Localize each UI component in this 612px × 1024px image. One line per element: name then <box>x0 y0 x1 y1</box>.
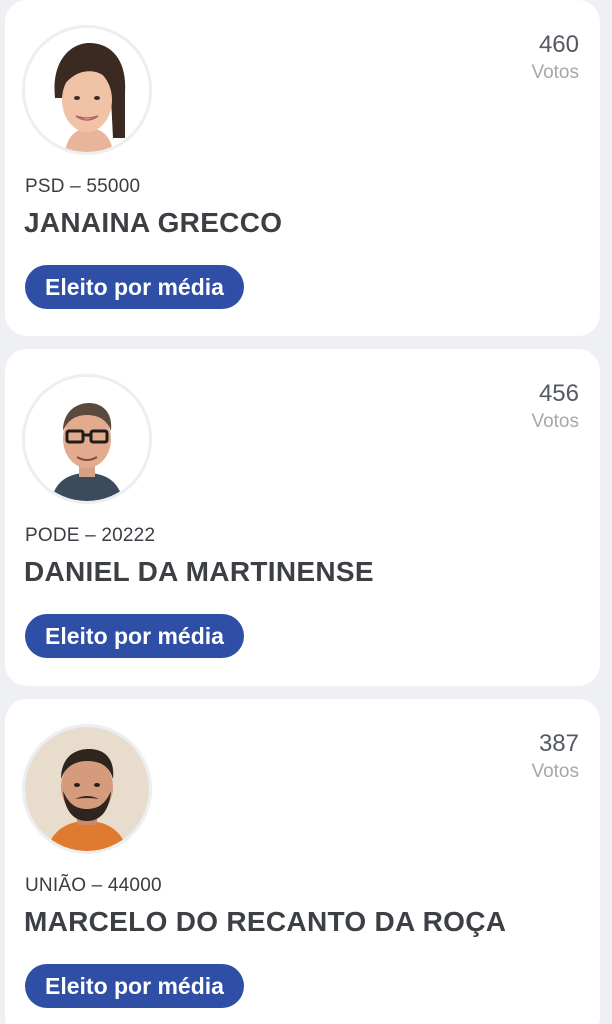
votes-block: 387 Votos <box>531 729 579 785</box>
candidate-photo <box>25 727 149 851</box>
votes-label: Votos <box>531 761 579 782</box>
votes-block: 456 Votos <box>531 379 579 435</box>
status-badge: Eleito por média <box>25 265 244 309</box>
votes-label: Votos <box>531 411 579 432</box>
candidate-photo <box>25 377 149 501</box>
party-number: UNIÃO – 44000 <box>25 875 162 896</box>
votes-count: 387 <box>538 730 579 757</box>
candidate-name: JANAINA GRECCO <box>24 207 283 238</box>
candidate-name: MARCELO DO RECANTO DA ROÇA <box>24 906 507 937</box>
votes-count: 460 <box>538 31 579 58</box>
votes-count: 456 <box>538 380 579 407</box>
candidate-card[interactable]: 387 Votos UNIÃO – 44000 MARCELO DO RECAN… <box>5 699 600 1024</box>
candidate-photo <box>25 28 149 152</box>
candidate-card[interactable]: 460 Votos PSD – 55000 JANAINA GRECCO Ele… <box>5 0 600 336</box>
votes-block: 460 Votos <box>531 30 579 86</box>
party-number: PSD – 55000 <box>25 176 141 197</box>
votes-label: Votos <box>531 62 579 83</box>
party-number: PODE – 20222 <box>25 525 156 546</box>
status-badge: Eleito por média <box>25 964 244 1008</box>
candidate-name: DANIEL DA MARTINENSE <box>24 556 374 587</box>
candidate-list: 460 Votos PSD – 55000 JANAINA GRECCO Ele… <box>0 0 612 1024</box>
candidate-card[interactable]: 456 Votos PODE – 20222 DANIEL DA MARTINE… <box>5 349 600 686</box>
status-badge: Eleito por média <box>25 614 244 658</box>
